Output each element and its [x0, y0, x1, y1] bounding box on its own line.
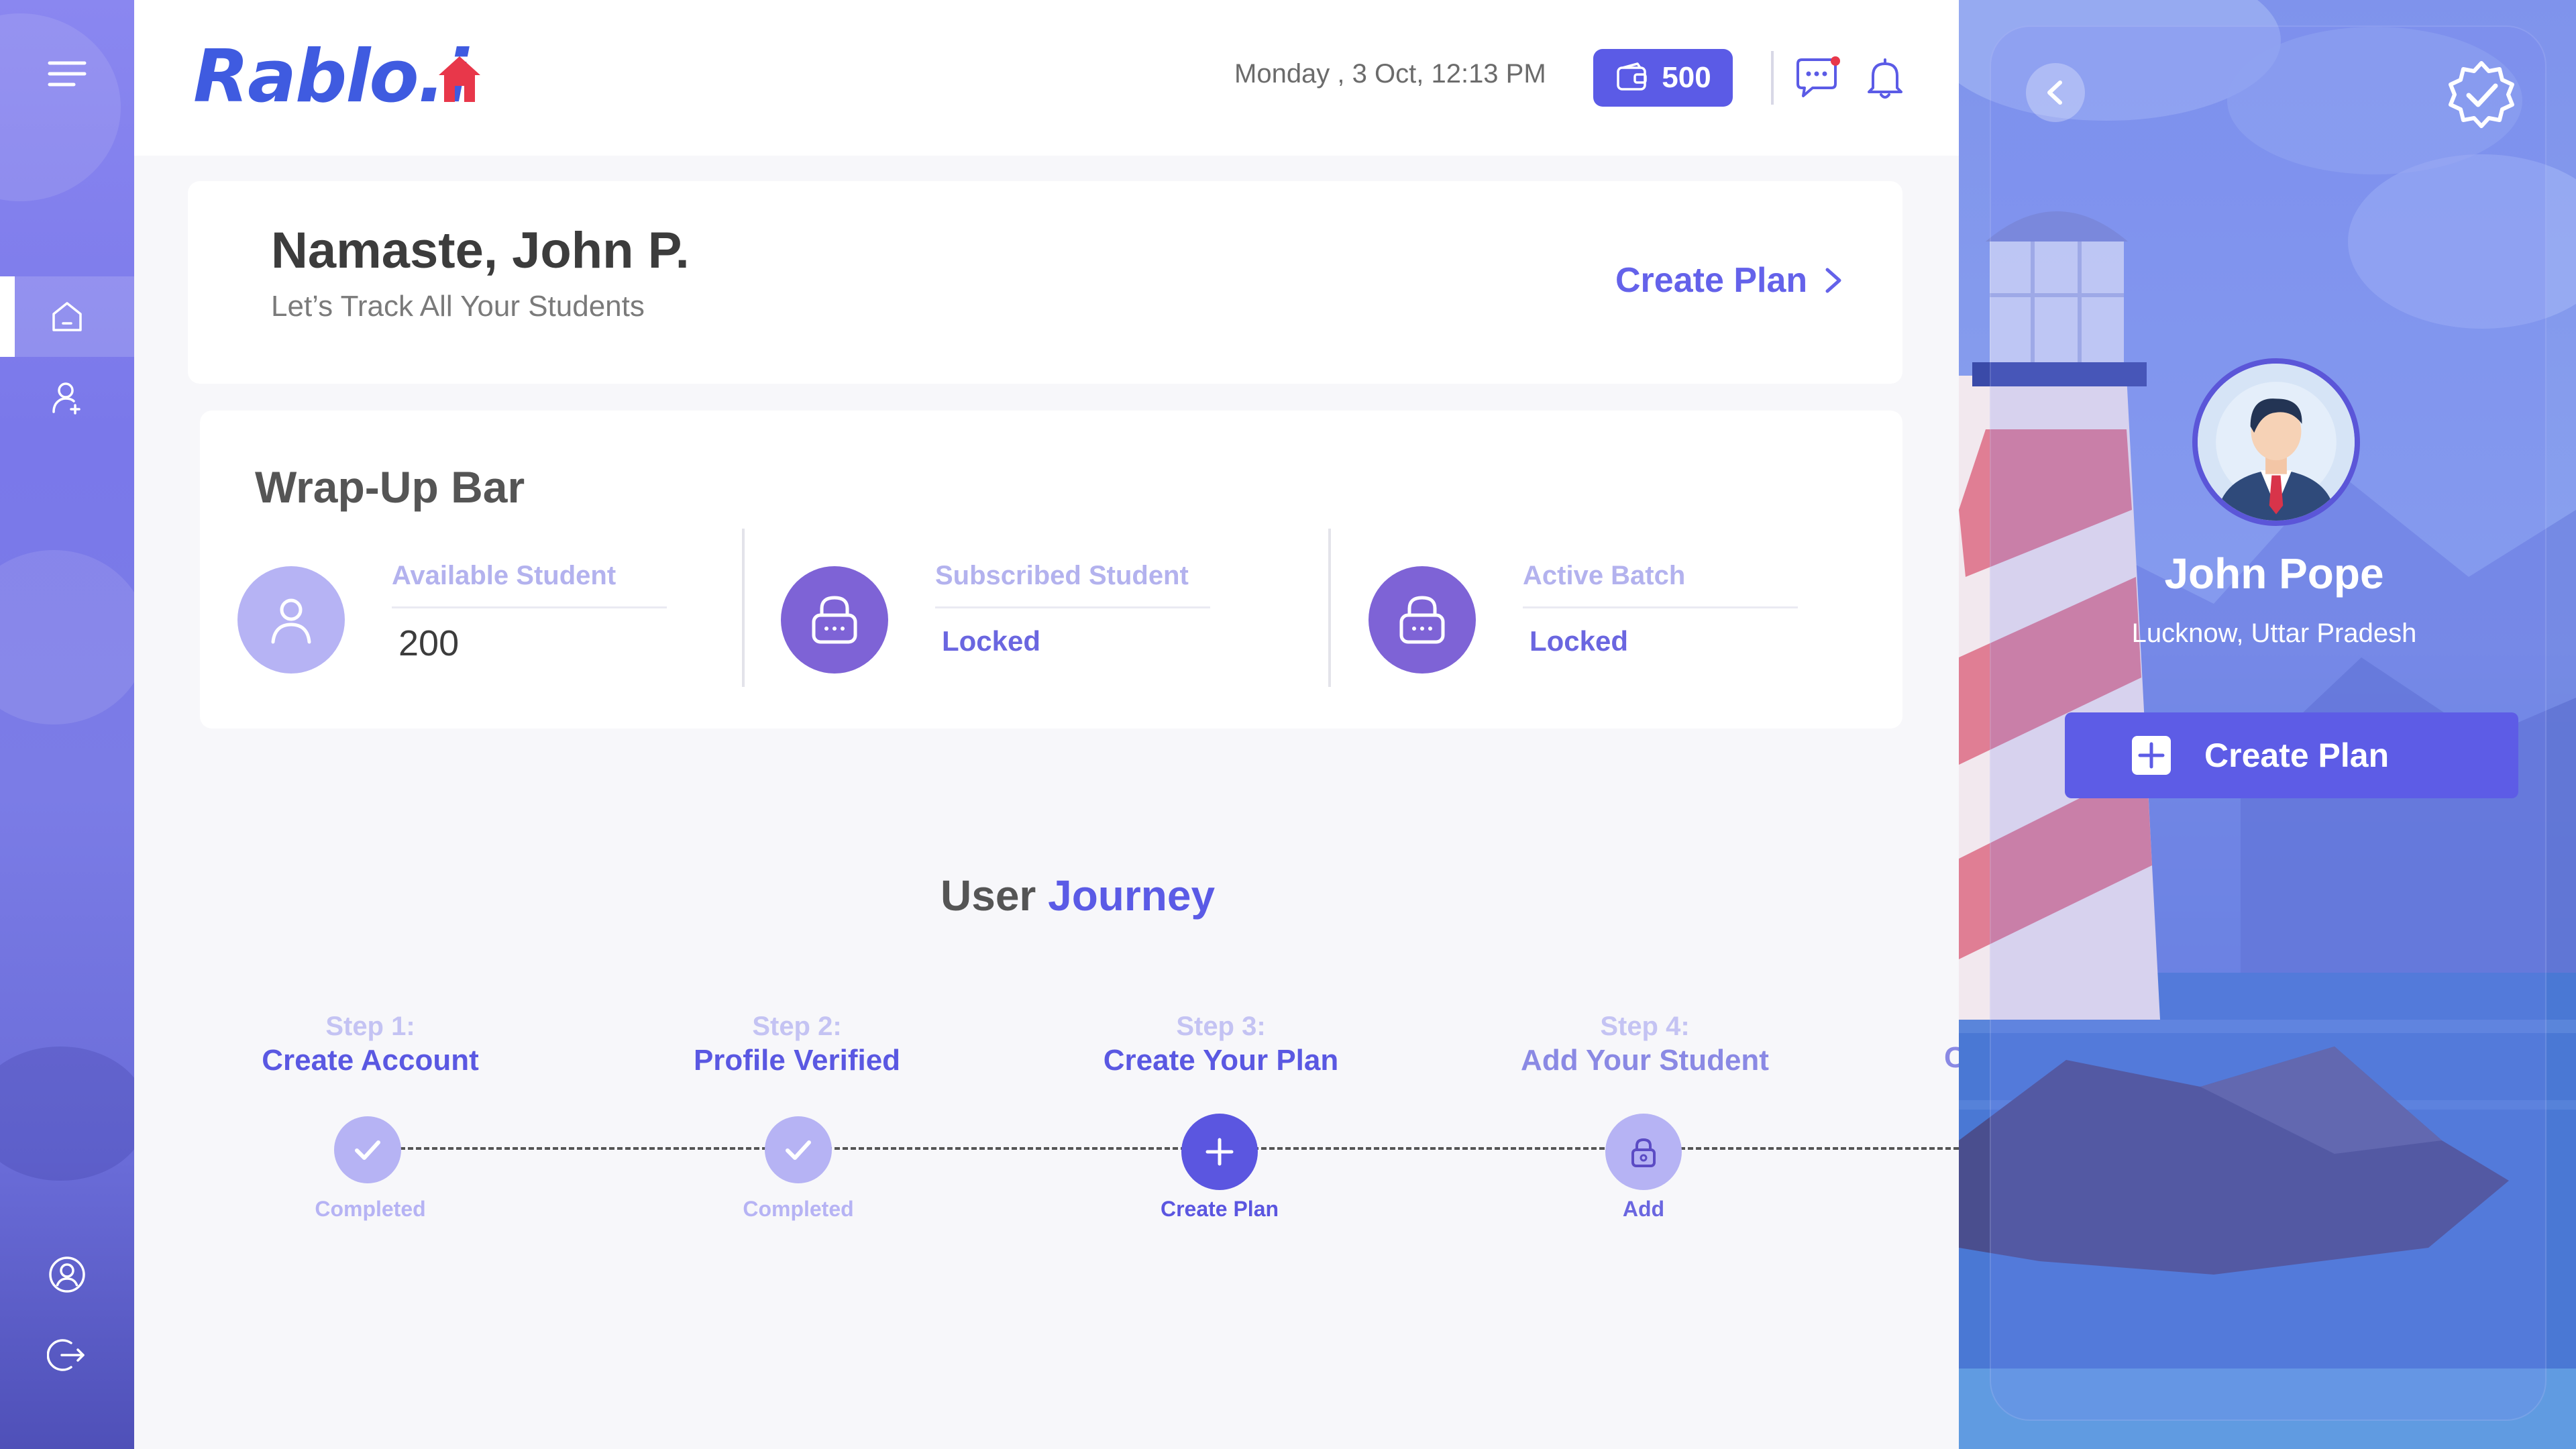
- check-icon: [355, 1140, 380, 1160]
- wallet-icon: [1617, 62, 1648, 91]
- step-number: Step 4:: [1600, 1012, 1690, 1041]
- profile-icon: [49, 1256, 85, 1293]
- journey-step-3: Step 3: Create Your Plan: [1033, 1010, 1409, 1078]
- check-icon: [786, 1140, 811, 1160]
- greeting-subtitle: Let’s Track All Your Students: [271, 290, 645, 323]
- sidebar-menu-button[interactable]: [0, 34, 134, 114]
- step-name: Profile Verified: [693, 1044, 901, 1077]
- home-icon: [52, 302, 82, 331]
- step-node-locked[interactable]: [1605, 1114, 1682, 1190]
- verified-badge-icon: [2449, 61, 2514, 128]
- brand-logo[interactable]: Rablo.i: [193, 40, 469, 114]
- create-plan-link-label: Create Plan: [1615, 261, 1808, 300]
- profile-name: John Pope: [2164, 549, 2384, 598]
- create-plan-link[interactable]: Create Plan: [1615, 260, 1845, 301]
- stat-value-locked: Locked: [1529, 625, 1629, 657]
- chat-icon: [1796, 56, 1840, 97]
- step-number: Step 3:: [1176, 1012, 1266, 1041]
- stat-icon-circle: [1368, 566, 1476, 674]
- sidebar-item-home[interactable]: [0, 276, 134, 357]
- create-plan-button-label: Create Plan: [2204, 737, 2390, 774]
- chat-button[interactable]: [1790, 52, 1846, 105]
- brand-logo-text: Rablo.i: [193, 35, 469, 119]
- step-number: Step 2:: [752, 1012, 842, 1041]
- sidebar-item-profile[interactable]: [0, 1234, 134, 1315]
- stat-label: Active Batch: [1523, 561, 1686, 590]
- step-number: Step 1:: [325, 1012, 415, 1041]
- chevron-right-icon: [1825, 268, 1841, 293]
- wallet-balance-button[interactable]: 500: [1593, 49, 1733, 107]
- stat-underline: [935, 606, 1210, 608]
- profile-panel: John Pope Lucknow, Uttar Pradesh Create …: [1959, 0, 2576, 1449]
- avatar-image: [2198, 364, 2355, 521]
- sidebar: [0, 0, 134, 1449]
- stat-value: 200: [398, 623, 460, 663]
- stat-divider: [1328, 529, 1331, 687]
- step-status: Completed: [743, 1197, 854, 1221]
- stat-underline: [1523, 606, 1798, 608]
- journey-title: User Journey: [941, 871, 1215, 920]
- stat-divider: [742, 529, 745, 687]
- journey-title-plain: User: [941, 871, 1036, 920]
- stat-value-locked: Locked: [942, 625, 1041, 657]
- greeting-card: Namaste, John P. Let’s Track All Your St…: [188, 181, 1902, 384]
- profile-location: Lucknow, Uttar Pradesh: [2131, 619, 2417, 648]
- step-name: Add Your Student: [1521, 1044, 1769, 1077]
- stat-label: Available Student: [392, 561, 616, 590]
- sidebar-item-students[interactable]: [0, 357, 134, 437]
- add-square-icon: [2132, 736, 2171, 775]
- wallet-balance-value: 500: [1662, 61, 1711, 94]
- step-name: Create Your Plan: [1103, 1044, 1339, 1077]
- wrapup-card: Wrap-Up Bar Available Student 200 Subscr…: [200, 411, 1902, 729]
- journey-step-4: Step 4: Add Your Student: [1457, 1010, 1833, 1078]
- current-datetime: Monday , 3 Oct, 12:13 PM: [1234, 59, 1546, 89]
- journey-title-accent: Journey: [1048, 871, 1216, 920]
- add-user-icon: [52, 382, 80, 415]
- menu-icon: [48, 61, 87, 87]
- sidebar-decoration: [0, 550, 134, 724]
- stat-label: Subscribed Student: [935, 561, 1189, 590]
- stat-icon-circle: [781, 566, 888, 674]
- step-action-label[interactable]: Create Plan: [1085, 1197, 1354, 1222]
- stat-icon-circle: [237, 566, 345, 674]
- lock-icon: [812, 596, 857, 644]
- create-plan-button[interactable]: Create Plan: [2065, 712, 2518, 798]
- logout-icon: [47, 1339, 85, 1371]
- step-create-plan-button[interactable]: [1181, 1114, 1258, 1190]
- journey-connector: [376, 1147, 1959, 1150]
- back-button[interactable]: [2026, 63, 2085, 122]
- plus-icon: [1205, 1138, 1234, 1166]
- greeting-title: Namaste, John P.: [271, 222, 690, 279]
- header-divider: [1771, 51, 1774, 105]
- top-header: Rablo.i Monday , 3 Oct, 12:13 PM 500: [134, 0, 1959, 156]
- lock-icon: [1631, 1138, 1656, 1167]
- step-node-completed: [334, 1116, 401, 1183]
- avatar: [2192, 358, 2360, 526]
- sidebar-decoration: [0, 1046, 134, 1181]
- user-icon: [271, 598, 311, 644]
- stat-underline: [392, 606, 667, 608]
- step-status: Completed: [315, 1197, 426, 1221]
- sidebar-item-logout[interactable]: [0, 1315, 134, 1395]
- chevron-left-icon: [2047, 80, 2062, 105]
- house-icon: [439, 56, 480, 102]
- step-action-label[interactable]: Add: [1509, 1197, 1778, 1222]
- step-node-completed: [765, 1116, 832, 1183]
- notifications-button[interactable]: [1857, 52, 1913, 105]
- journey-step-1: Step 1: Create Account: [182, 1010, 558, 1078]
- wrapup-title: Wrap-Up Bar: [255, 462, 525, 512]
- step-name: Create Account: [262, 1044, 479, 1077]
- journey-step-2: Step 2: Profile Verified: [609, 1010, 985, 1078]
- lock-icon: [1399, 596, 1445, 644]
- bell-icon: [1868, 58, 1902, 99]
